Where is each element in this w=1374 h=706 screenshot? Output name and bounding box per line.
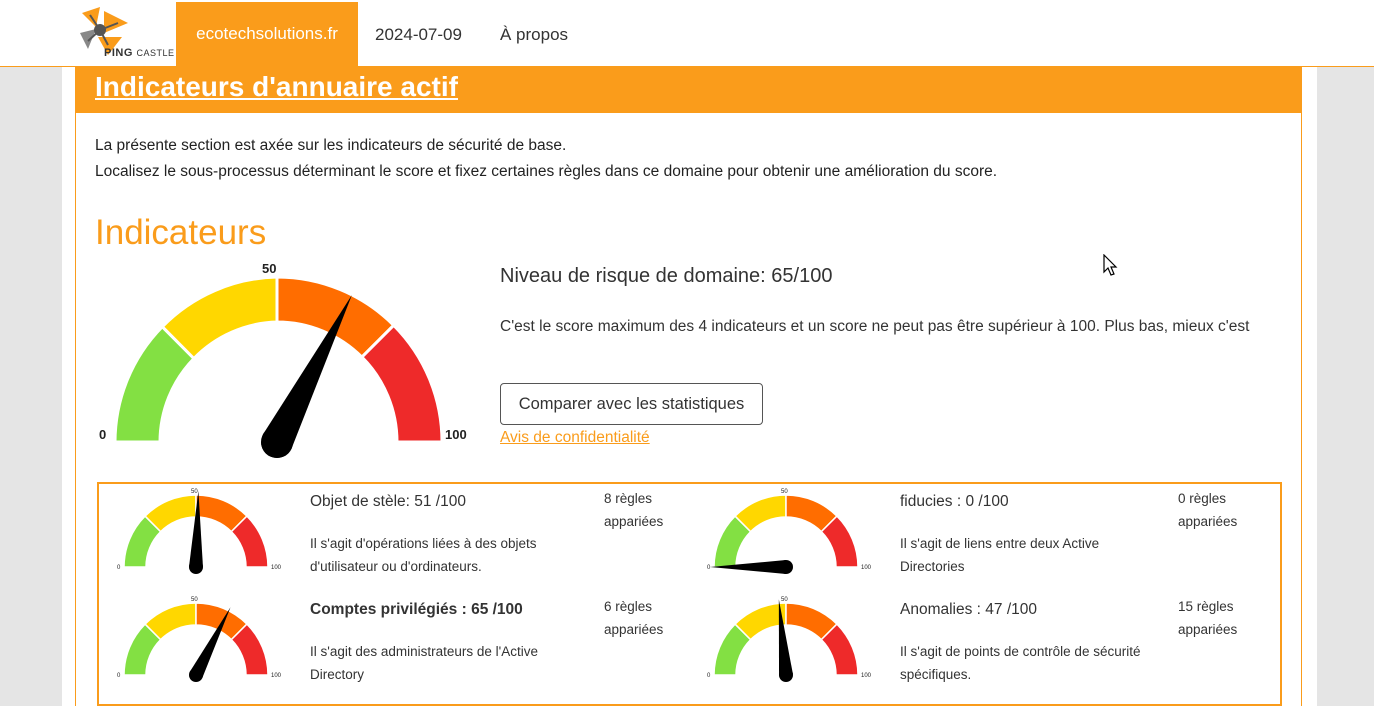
- gauge-min-label: 0: [707, 565, 711, 571]
- indicator-description-line: d'utilisateur ou d'ordinateurs.: [310, 559, 482, 574]
- indicator-title: Anomalies : 47 /100: [900, 601, 1038, 618]
- indicator-title: fiducies : 0 /100: [900, 493, 1009, 510]
- top-navbar: PING CASTLE ecotechsolutions.fr 2024-07-…: [0, 0, 1374, 67]
- risk-title: Niveau de risque de domaine: 65/100: [500, 265, 833, 287]
- indicator-rules-line: appariées: [1178, 514, 1238, 529]
- intro-line-2: Localisez le sous-processus déterminant …: [95, 163, 998, 180]
- indicator-description: Il s'agit des administrateurs de l'Activ…: [310, 640, 538, 686]
- indicator-rules-line: appariées: [604, 514, 664, 529]
- indicator-description-line: Il s'agit d'opérations liées à des objet…: [310, 536, 537, 551]
- indicator-rules-line: 15 règles: [1178, 599, 1234, 614]
- indicator-gauge: 0 50 100: [117, 489, 282, 574]
- indicator-title: Objet de stèle: 51 /100: [310, 493, 466, 510]
- indicator-description-line: Il s'agit de points de contrôle de sécur…: [900, 644, 1141, 659]
- indicator-rules-line: appariées: [604, 622, 664, 637]
- indicator-stale-objects[interactable]: 0 50 100 Objet de stèle: 51 /100 Il s'agit d…: [99, 484, 689, 592]
- privacy-notice-link[interactable]: Avis de confidentialité: [500, 429, 650, 447]
- indicator-rules-count: 6 règles appariées: [604, 595, 663, 641]
- indicator-title: Comptes privilégiés : 65 /100: [310, 601, 523, 618]
- gauge-min-label: 0: [707, 673, 711, 679]
- indicator-description: Il s'agit de points de contrôle de sécur…: [900, 640, 1140, 686]
- indicator-trusts[interactable]: 0 50 100 fiducies : 0 /100 Il s'agit de lien…: [689, 484, 1279, 592]
- indicator-description-line: Il s'agit des administrateurs de l'Activ…: [310, 644, 539, 659]
- panel-title[interactable]: Indicateurs d'annuaire actif: [95, 71, 458, 103]
- gauge-min-label: 0: [117, 565, 121, 571]
- sub-indicators-box: 0 50 100 Objet de stèle: 51 /100 Il s'agit d…: [97, 482, 1282, 706]
- mouse-cursor-icon: [1103, 254, 1118, 276]
- nav-domain[interactable]: ecotechsolutions.fr: [176, 2, 358, 66]
- gauge-max-label: 100: [861, 673, 872, 679]
- logo-text-sub: CASTLE: [136, 48, 175, 58]
- indicator-rules-count: 15 règles appariées: [1178, 595, 1237, 641]
- panel-header: Indicateurs d'annuaire actif: [76, 67, 1301, 113]
- indicator-rules-count: 8 règles appariées: [604, 487, 663, 533]
- indicator-description: Il s'agit de liens entre deux Active Dire…: [900, 532, 1099, 578]
- risk-description: C'est le score maximum des 4 indicateurs…: [500, 318, 1250, 335]
- intro-line-1: La présente section est axée sur les ind…: [95, 137, 567, 154]
- indicator-description-line: Directories: [900, 559, 965, 574]
- gauge-max-label: 100: [271, 565, 282, 571]
- indicator-rules-count: 0 règles appariées: [1178, 487, 1237, 533]
- indicator-rules-line: 6 règles: [604, 599, 653, 614]
- indicator-privileged-accounts[interactable]: 0 50 100 Comptes privilégiés : 65 /100 Il s'…: [99, 592, 689, 704]
- indicator-anomalies[interactable]: 0 50 100 Anomalies : 47 /100 Il s'agit de po…: [689, 592, 1279, 704]
- indicator-gauge: 0 50 100: [117, 597, 282, 682]
- nav-about[interactable]: À propos: [500, 0, 568, 66]
- gauge-max-label: 100: [271, 673, 282, 679]
- intro-text: La présente section est axée sur les ind…: [95, 133, 997, 185]
- indicator-rules-line: 8 règles: [604, 491, 653, 506]
- indicator-description-line: Directory: [310, 667, 365, 682]
- indicator-gauge: 0 50 100: [707, 597, 872, 682]
- gauge-mid-label: 50: [262, 261, 276, 276]
- logo-text: PING CASTLE: [104, 47, 174, 59]
- indicator-gauge: 0 50 100: [707, 489, 872, 574]
- gauge-mid-label: 50: [781, 597, 788, 603]
- compare-statistics-button[interactable]: Comparer avec les statistiques: [500, 383, 763, 425]
- gauge-min-label: 0: [117, 673, 121, 679]
- indicator-description: Il s'agit d'opérations liées à des objet…: [310, 532, 537, 578]
- section-title: Indicateurs: [95, 213, 267, 252]
- gauge-max-label: 100: [861, 565, 872, 571]
- gauge-mid-label: 50: [191, 489, 198, 495]
- indicator-rules-line: appariées: [1178, 622, 1238, 637]
- indicator-rules-line: 0 règles: [1178, 491, 1227, 506]
- pingcastle-logo[interactable]: PING CASTLE: [78, 3, 174, 63]
- gauge-mid-label: 50: [191, 597, 198, 603]
- gauge-min-label: 0: [99, 427, 106, 442]
- domain-risk-gauge: 0 50 100: [99, 261, 467, 458]
- indicator-description-line: Il s'agit de liens entre deux Active: [900, 536, 1100, 551]
- gauge-max-label: 100: [445, 427, 467, 442]
- nav-date[interactable]: 2024-07-09: [375, 0, 462, 66]
- indicator-description-line: spécifiques.: [900, 667, 972, 682]
- gauge-mid-label: 50: [781, 489, 788, 495]
- logo-text-main: PING: [104, 47, 133, 59]
